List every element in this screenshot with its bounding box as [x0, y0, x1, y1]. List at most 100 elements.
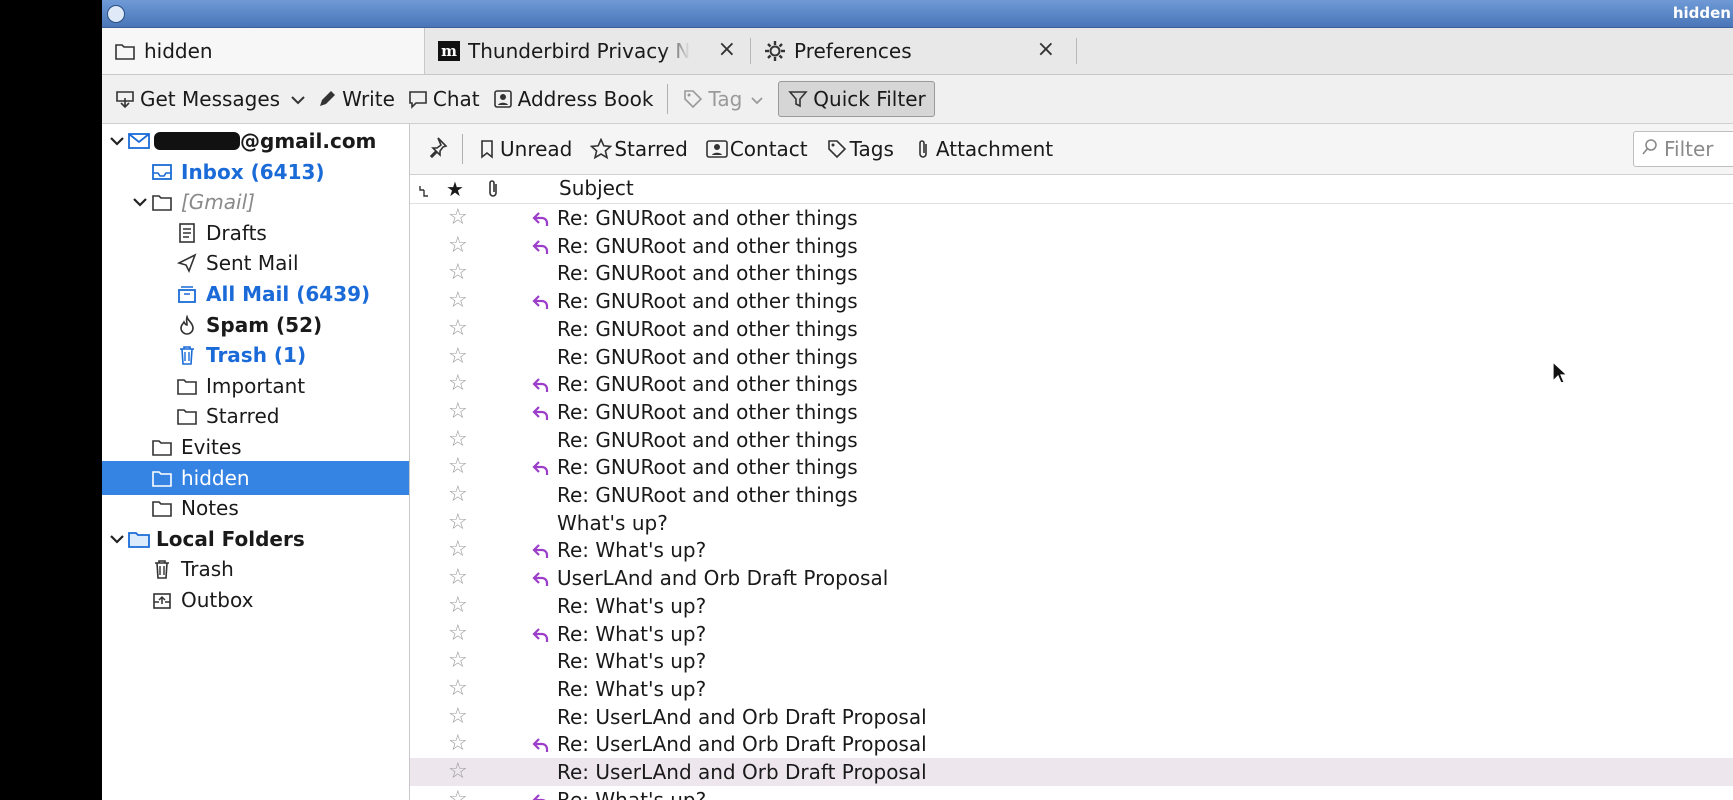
filter-tags-button[interactable]: Tags: [817, 137, 903, 161]
tag-icon: [682, 88, 704, 110]
message-row[interactable]: ☆ Re: GNURoot and other things: [410, 426, 1733, 454]
folder-important[interactable]: Important: [102, 369, 409, 403]
replied-arrow-icon: [532, 458, 550, 476]
quick-filter-button[interactable]: Quick Filter: [778, 81, 935, 117]
star-toggle-icon[interactable]: ☆: [448, 511, 468, 534]
folder-outbox[interactable]: Outbox: [102, 583, 409, 617]
close-icon[interactable]: ×: [718, 37, 736, 62]
folder-hidden[interactable]: hidden: [102, 461, 409, 495]
message-row[interactable]: ☆ UserLAnd and Orb Draft Proposal: [410, 564, 1733, 592]
star-toggle-icon[interactable]: ☆: [448, 373, 468, 395]
folder-drafts[interactable]: Drafts: [102, 216, 409, 250]
message-row[interactable]: ☆ Re: GNURoot and other things: [410, 287, 1733, 315]
message-row[interactable]: ☆ What's up?: [410, 509, 1733, 537]
star-toggle-icon[interactable]: ☆: [448, 622, 468, 645]
message-row[interactable]: ☆ Re: What's up?: [410, 592, 1733, 620]
message-row[interactable]: ☆ Re: UserLAnd and Orb Draft Proposal: [410, 758, 1733, 786]
get-messages-dropdown[interactable]: [286, 82, 310, 116]
filter-starred-button[interactable]: Starred: [581, 137, 696, 161]
folder-all-mail[interactable]: All Mail (6439): [102, 277, 409, 311]
tab-preferences[interactable]: Preferences ×: [752, 28, 1077, 74]
folder-pane: @gmail.com Inbox (6413) [Gmail] Drafts S…: [102, 124, 410, 800]
star-toggle-icon[interactable]: ☆: [448, 705, 468, 728]
message-row[interactable]: ☆ Re: What's up?: [410, 620, 1733, 648]
filter-starred-label: Starred: [614, 137, 688, 161]
get-messages-button[interactable]: Get Messages: [108, 82, 286, 116]
address-book-button[interactable]: Address Book: [486, 82, 660, 116]
star-toggle-icon[interactable]: ☆: [448, 428, 468, 451]
star-toggle-icon[interactable]: ☆: [448, 456, 468, 478]
chevron-down-icon[interactable]: [129, 196, 151, 208]
close-icon[interactable]: ×: [1037, 37, 1055, 62]
write-button[interactable]: Write: [310, 82, 401, 116]
message-row[interactable]: ☆ Re: GNURoot and other things: [410, 259, 1733, 287]
folder-inbox[interactable]: Inbox (6413): [102, 155, 409, 189]
folder-account-gmail[interactable]: @gmail.com: [102, 124, 409, 158]
tag-button[interactable]: Tag: [676, 82, 770, 116]
folder-icon: [176, 405, 198, 427]
message-subject: Re: What's up?: [557, 787, 707, 800]
message-row[interactable]: ☆ Re: GNURoot and other things: [410, 315, 1733, 343]
star-toggle-icon[interactable]: ☆: [448, 677, 468, 700]
folder-starred[interactable]: Starred: [102, 399, 409, 433]
star-toggle-icon[interactable]: ☆: [448, 234, 468, 257]
star-toggle-icon[interactable]: ☆: [448, 733, 468, 755]
message-row[interactable]: ☆ Re: GNURoot and other things: [410, 232, 1733, 260]
star-toggle-icon[interactable]: ☆: [448, 262, 468, 284]
starred-column-icon[interactable]: ★: [446, 177, 464, 201]
chevron-down-icon[interactable]: [106, 533, 128, 545]
message-row[interactable]: ☆ Re: What's up?: [410, 675, 1733, 703]
star-toggle-icon[interactable]: ☆: [448, 567, 468, 589]
message-row[interactable]: ☆ Re: GNURoot and other things: [410, 204, 1733, 232]
filter-attachment-button[interactable]: Attachment: [903, 137, 1062, 161]
folder-label: Drafts: [206, 221, 267, 245]
star-toggle-icon[interactable]: ☆: [448, 345, 468, 368]
mail-account-icon: [128, 130, 150, 152]
chat-button[interactable]: Chat: [401, 82, 486, 116]
tab-thunderbird-privacy[interactable]: m Thunderbird Privacy N ×: [426, 28, 751, 74]
message-row[interactable]: ☆ Re: GNURoot and other things: [410, 481, 1733, 509]
star-toggle-icon[interactable]: ☆: [448, 539, 468, 561]
star-toggle-icon[interactable]: ☆: [448, 207, 468, 229]
folder-trash[interactable]: Trash (1): [102, 338, 409, 372]
star-toggle-icon[interactable]: ☆: [448, 317, 468, 340]
folder-evites[interactable]: Evites: [102, 430, 409, 464]
message-row[interactable]: ☆ Re: What's up?: [410, 786, 1733, 800]
message-row[interactable]: ☆ Re: GNURoot and other things: [410, 398, 1733, 426]
star-toggle-icon[interactable]: ☆: [448, 761, 468, 783]
folder-notes[interactable]: Notes: [102, 491, 409, 525]
quick-filter-search-input[interactable]: Filter: [1633, 131, 1733, 167]
folder-gmail[interactable]: [Gmail]: [102, 185, 409, 219]
thunderbird-window: hidden hidden m Thunderbird Privacy N × …: [102, 0, 1733, 800]
chat-label: Chat: [432, 87, 480, 111]
message-row[interactable]: ☆ Re: What's up?: [410, 536, 1733, 564]
star-toggle-icon[interactable]: ☆: [448, 650, 468, 672]
message-row[interactable]: ☆ Re: GNURoot and other things: [410, 343, 1733, 371]
window-title: hidden: [1672, 4, 1731, 22]
message-row[interactable]: ☆ Re: UserLAnd and Orb Draft Proposal: [410, 730, 1733, 758]
folder-local-trash[interactable]: Trash: [102, 552, 409, 586]
thread-column-icon[interactable]: [418, 181, 430, 205]
attachment-column-icon[interactable]: [486, 179, 500, 204]
sticky-filter-button[interactable]: [410, 136, 462, 163]
star-toggle-icon[interactable]: ☆: [448, 400, 468, 423]
star-toggle-icon[interactable]: ☆: [448, 484, 468, 506]
subject-column-header[interactable]: Subject: [559, 176, 634, 200]
tab-hidden[interactable]: hidden: [102, 28, 425, 74]
filter-unread-button[interactable]: Unread: [467, 137, 581, 161]
folder-sent[interactable]: Sent Mail: [102, 246, 409, 280]
folder-local-folders[interactable]: Local Folders: [102, 522, 409, 556]
message-row[interactable]: ☆ Re: GNURoot and other things: [410, 370, 1733, 398]
filter-contact-button[interactable]: Contact: [697, 137, 817, 161]
message-subject: Re: What's up?: [557, 676, 707, 701]
message-row[interactable]: ☆ Re: GNURoot and other things: [410, 453, 1733, 481]
message-row[interactable]: ☆ Re: What's up?: [410, 647, 1733, 675]
star-icon: [590, 138, 613, 160]
star-toggle-icon[interactable]: ☆: [448, 788, 468, 800]
star-toggle-icon[interactable]: ☆: [448, 594, 468, 617]
chevron-down-icon[interactable]: [106, 135, 128, 147]
message-row[interactable]: ☆ Re: UserLAnd and Orb Draft Proposal: [410, 703, 1733, 731]
star-toggle-icon[interactable]: ☆: [448, 290, 468, 312]
folder-spam[interactable]: Spam (52): [102, 308, 409, 342]
draft-icon: [176, 222, 198, 244]
